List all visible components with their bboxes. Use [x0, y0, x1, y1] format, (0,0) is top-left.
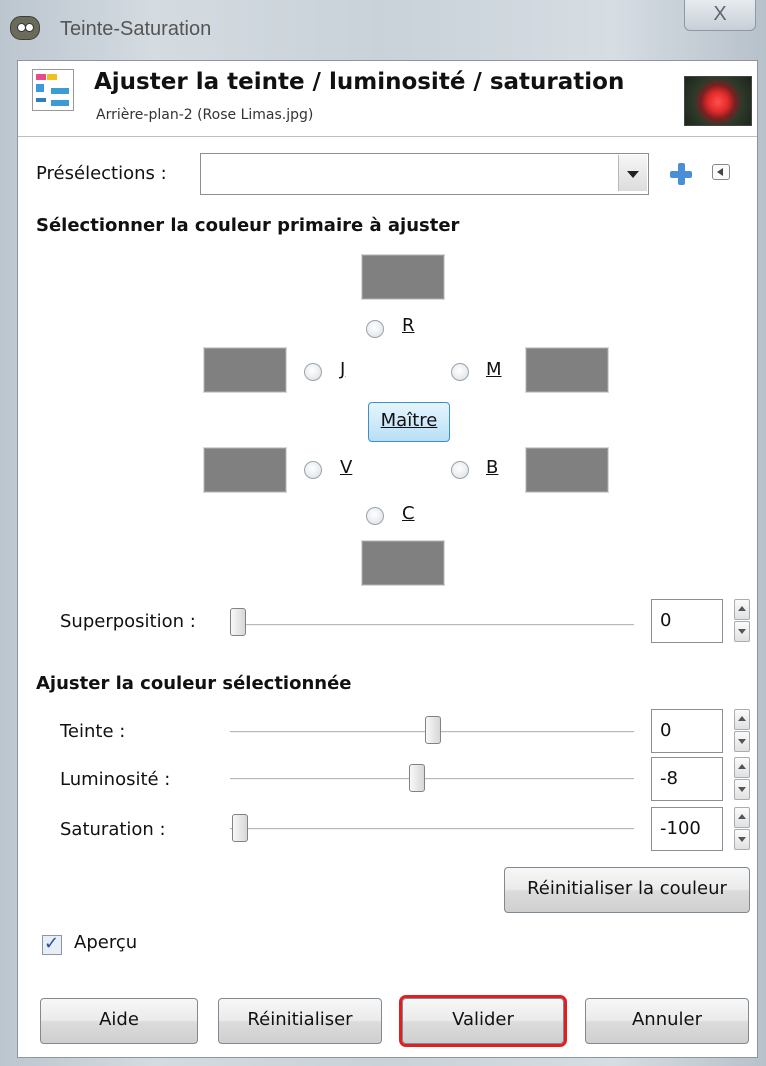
radio-m[interactable] [451, 363, 469, 381]
spin-up-icon[interactable] [734, 757, 750, 778]
title-bar[interactable]: Teinte-Saturation X [0, 0, 766, 62]
lightness-spinbox[interactable]: -8 [651, 757, 723, 801]
lightness-slider-track[interactable] [230, 778, 634, 780]
preset-menu-icon[interactable] [712, 164, 730, 180]
saturation-slider-handle[interactable] [232, 814, 248, 842]
overlap-spinbox[interactable]: 0 [651, 599, 723, 643]
primary-color-heading: Sélectionner la couleur primaire à ajust… [36, 215, 460, 236]
swatch-cyan [361, 540, 445, 586]
image-thumbnail [684, 76, 752, 126]
add-preset-icon[interactable] [670, 163, 692, 185]
spin-down-icon[interactable] [734, 829, 750, 850]
adjust-heading: Ajuster la couleur sélectionnée [36, 673, 352, 694]
spin-down-icon[interactable] [734, 731, 750, 752]
master-button[interactable]: Maître [368, 402, 450, 442]
hue-spin-arrows[interactable] [734, 709, 750, 752]
preview-label[interactable]: Aperçu [74, 932, 137, 953]
lightness-spin-arrows[interactable] [734, 757, 750, 800]
radio-m-label[interactable]: M [486, 359, 502, 380]
presets-label: Présélections : [36, 163, 167, 184]
swatch-yellow [203, 347, 287, 393]
reset-color-button[interactable]: Réinitialiser la couleur [504, 867, 750, 913]
radio-c[interactable] [366, 507, 384, 525]
radio-j[interactable] [304, 363, 322, 381]
close-button[interactable]: X [684, 0, 756, 31]
presets-combobox[interactable] [200, 153, 649, 195]
swatch-red [361, 254, 445, 300]
spin-up-icon[interactable] [734, 807, 750, 828]
hue-value[interactable]: 0 [660, 720, 671, 741]
overlap-slider-handle[interactable] [230, 608, 246, 636]
hue-spinbox[interactable]: 0 [651, 709, 723, 753]
radio-r[interactable] [366, 320, 384, 338]
spin-down-icon[interactable] [734, 779, 750, 800]
help-button[interactable]: Aide [40, 998, 198, 1044]
cancel-button[interactable]: Annuler [585, 998, 749, 1044]
radio-r-label[interactable]: R [402, 315, 415, 336]
spin-down-icon[interactable] [734, 621, 750, 642]
saturation-label: Saturation : [60, 819, 166, 840]
overlap-spin-arrows[interactable] [734, 599, 750, 642]
saturation-spinbox[interactable]: -100 [651, 807, 723, 851]
dialog-content: Ajuster la teinte / luminosité / saturat… [17, 60, 758, 1058]
hue-label: Teinte : [60, 721, 126, 742]
gimp-icon [10, 16, 40, 40]
hue-slider-handle[interactable] [425, 716, 441, 744]
overlap-label: Superposition : [60, 611, 196, 632]
radio-v-label[interactable]: V [340, 457, 352, 478]
preview-checkbox[interactable] [42, 933, 62, 955]
swatch-blue [525, 447, 609, 493]
overlap-value[interactable]: 0 [660, 610, 671, 631]
window-title: Teinte-Saturation [60, 18, 212, 40]
radio-j-label[interactable]: J [340, 359, 345, 380]
radio-b-label[interactable]: B [486, 457, 498, 478]
ok-button[interactable]: Valider [399, 995, 567, 1047]
swatch-green [203, 447, 287, 493]
saturation-spin-arrows[interactable] [734, 807, 750, 850]
lightness-slider-handle[interactable] [409, 764, 425, 792]
overlap-slider-track[interactable] [230, 624, 634, 626]
reset-button[interactable]: Réinitialiser [218, 998, 382, 1044]
hue-saturation-icon [32, 69, 74, 111]
lightness-label: Luminosité : [60, 769, 171, 790]
dialog-window: Teinte-Saturation X Ajuster la teinte / … [0, 0, 766, 1066]
spin-up-icon[interactable] [734, 709, 750, 730]
dialog-title: Ajuster la teinte / luminosité / saturat… [94, 69, 625, 95]
dialog-subtitle: Arrière-plan-2 (Rose Limas.jpg) [96, 107, 314, 123]
radio-b[interactable] [451, 461, 469, 479]
chevron-down-icon[interactable] [618, 155, 647, 191]
dialog-header: Ajuster la teinte / luminosité / saturat… [18, 61, 757, 135]
saturation-slider-track[interactable] [230, 828, 634, 830]
radio-c-label[interactable]: C [402, 503, 415, 524]
lightness-value[interactable]: -8 [660, 768, 678, 789]
radio-v[interactable] [304, 461, 322, 479]
swatch-magenta [525, 347, 609, 393]
saturation-value[interactable]: -100 [660, 818, 701, 839]
spin-up-icon[interactable] [734, 599, 750, 620]
header-divider [18, 136, 757, 137]
